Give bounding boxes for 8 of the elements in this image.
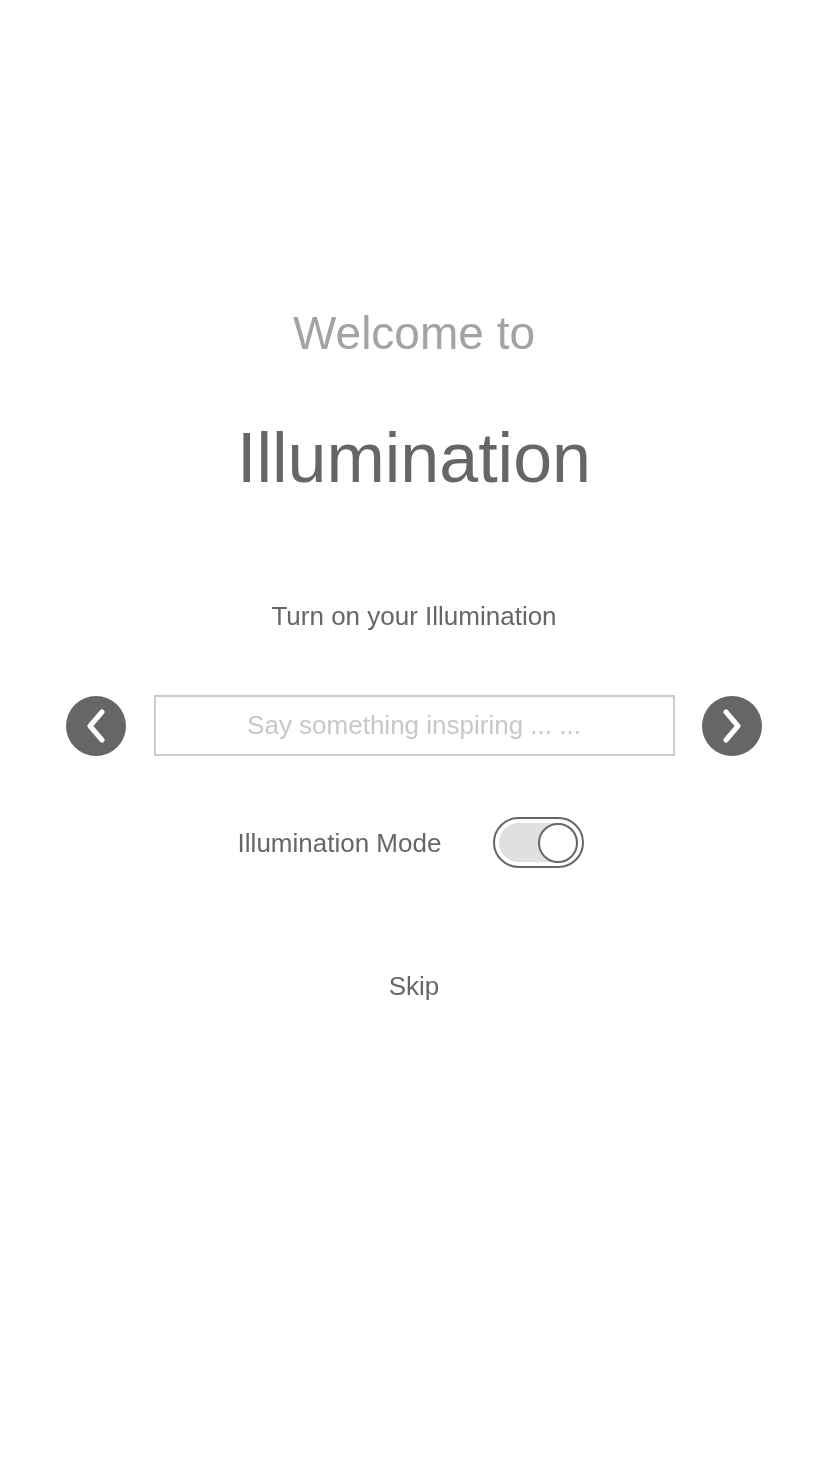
mode-toggle[interactable] (493, 817, 585, 868)
chevron-left-icon (85, 708, 107, 743)
mode-label: Illumination Mode (237, 826, 442, 859)
skip-button[interactable]: Skip (388, 970, 440, 1002)
welcome-text: Welcome to (293, 306, 535, 360)
app-title: Illumination (236, 418, 592, 498)
chevron-right-icon (721, 708, 743, 743)
subtitle-text: Turn on your Illumination (271, 600, 557, 632)
